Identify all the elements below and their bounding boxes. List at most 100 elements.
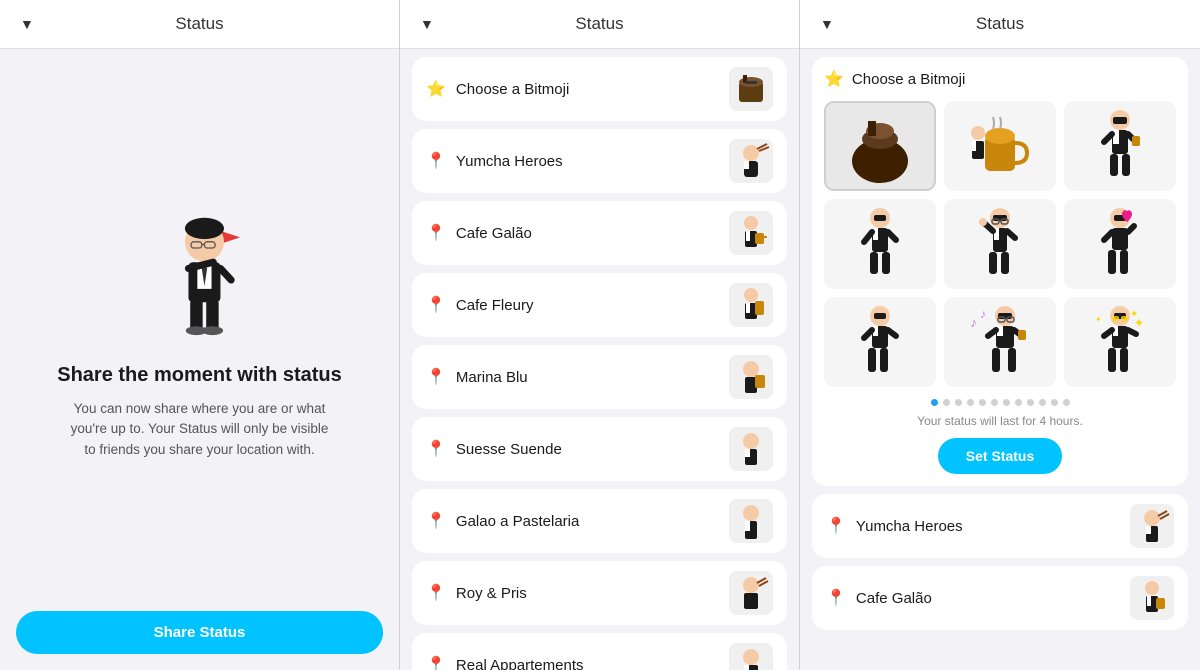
- list-item[interactable]: 📍 Yumcha Heroes: [412, 129, 787, 193]
- item-left: ⭐ Choose a Bitmoji: [426, 79, 569, 99]
- panel-3-title: Status: [976, 14, 1024, 34]
- bitmoji-option-5[interactable]: [944, 199, 1056, 289]
- item-bitmoji: [729, 427, 773, 471]
- p3-list-item-2[interactable]: 📍 Cafe Galão: [812, 566, 1188, 630]
- item-name: Choose a Bitmoji: [456, 81, 569, 98]
- dot-7: [1003, 399, 1010, 406]
- panel-2-title: Status: [575, 14, 623, 34]
- p3-list-item-1[interactable]: 📍 Yumcha Heroes: [812, 494, 1188, 558]
- item-bitmoji: [729, 139, 773, 183]
- dot-5: [979, 399, 986, 406]
- panel-1: ▼ Status: [0, 0, 400, 670]
- pin-icon: 📍: [426, 583, 446, 603]
- dot-11: [1051, 399, 1058, 406]
- panel-3: ▼ Status ⭐ Choose a Bitmoji: [800, 0, 1200, 670]
- svg-text:✦: ✦: [1095, 315, 1102, 324]
- item-bitmoji: [1130, 504, 1174, 548]
- list-item[interactable]: 📍 Suesse Suende: [412, 417, 787, 481]
- bitmoji-option-9[interactable]: ✦ ✦ ✦: [1064, 297, 1176, 387]
- item-bitmoji: [1130, 576, 1174, 620]
- panel-3-list: ⭐ Choose a Bitmoji: [800, 49, 1200, 670]
- item-bitmoji: [729, 643, 773, 670]
- dot-10: [1039, 399, 1046, 406]
- star-icon: ⭐: [426, 79, 446, 99]
- share-status-button[interactable]: Share Status: [16, 611, 383, 654]
- bitmoji-option-1[interactable]: [824, 101, 936, 191]
- dot-4: [967, 399, 974, 406]
- item-name: Cafe Fleury: [456, 297, 534, 314]
- item-left: 📍 Yumcha Heroes: [426, 151, 563, 171]
- pin-icon: 📍: [426, 511, 446, 531]
- pin-icon: 📍: [826, 516, 846, 536]
- panel-1-header: ▼ Status: [0, 0, 399, 49]
- bitmoji-selector-card: ⭐ Choose a Bitmoji: [812, 57, 1188, 486]
- item-left: 📍 Yumcha Heroes: [826, 516, 963, 536]
- svg-text:♪: ♪: [980, 307, 986, 321]
- item-left: 📍 Marina Blu: [426, 367, 528, 387]
- item-bitmoji: [729, 571, 773, 615]
- pin-icon: 📍: [426, 151, 446, 171]
- item-left: 📍 Roy & Pris: [426, 583, 527, 603]
- dot-12: [1063, 399, 1070, 406]
- bitmoji-option-7[interactable]: [824, 297, 936, 387]
- item-name: Cafe Galão: [456, 225, 532, 242]
- dot-6: [991, 399, 998, 406]
- bitmoji-option-4[interactable]: [824, 199, 936, 289]
- item-name: Suesse Suende: [456, 441, 562, 458]
- item-left: 📍 Cafe Fleury: [426, 295, 533, 315]
- star-icon-p3: ⭐: [824, 69, 844, 89]
- pin-icon: 📍: [426, 295, 446, 315]
- dot-2: [943, 399, 950, 406]
- item-left: 📍 Suesse Suende: [426, 439, 562, 459]
- list-item[interactable]: 📍 Marina Blu: [412, 345, 787, 409]
- panel-1-chevron[interactable]: ▼: [20, 16, 34, 32]
- list-item[interactable]: 📍 Real Appartements: [412, 633, 787, 670]
- bitmoji-option-2[interactable]: [944, 101, 1056, 191]
- panel-2-chevron[interactable]: ▼: [420, 16, 434, 32]
- item-name: Real Appartements: [456, 657, 584, 670]
- item-bitmoji: [729, 499, 773, 543]
- bitmoji-selector-header: ⭐ Choose a Bitmoji: [824, 69, 1176, 89]
- item-left: 📍 Cafe Galão: [826, 588, 932, 608]
- bitmoji-option-8[interactable]: ♪ ♪: [944, 297, 1056, 387]
- bitmoji-option-3[interactable]: [1064, 101, 1176, 191]
- pin-icon: 📍: [426, 439, 446, 459]
- panel-2: ▼ Status ⭐ Choose a Bitmoji: [400, 0, 800, 670]
- list-item-roy-pris[interactable]: 📍 Roy & Pris: [412, 561, 787, 625]
- item-name: Galao a Pastelaria: [456, 513, 579, 530]
- list-item[interactable]: 📍 Cafe Fleury: [412, 273, 787, 337]
- panel-1-content: Share the moment with status You can now…: [0, 49, 399, 595]
- list-item[interactable]: 📍 Galao a Pastelaria: [412, 489, 787, 553]
- panel-3-chevron[interactable]: ▼: [820, 16, 834, 32]
- share-description: You can now share where you are or what …: [70, 399, 330, 460]
- bitmoji-grid: ♪ ♪: [824, 101, 1176, 387]
- item-bitmoji: [729, 67, 773, 111]
- svg-text:✦: ✦: [1134, 316, 1144, 330]
- bitmoji-illustration: [125, 184, 275, 344]
- list-item[interactable]: 📍 Cafe Galão: [412, 201, 787, 265]
- list-item[interactable]: ⭐ Choose a Bitmoji: [412, 57, 787, 121]
- item-left: 📍 Galao a Pastelaria: [426, 511, 579, 531]
- panel-2-list: ⭐ Choose a Bitmoji 📍 Yumcha Heroes: [400, 49, 799, 670]
- item-bitmoji: [729, 211, 773, 255]
- set-status-button[interactable]: Set Status: [938, 438, 1062, 474]
- choose-bitmoji-label: Choose a Bitmoji: [852, 71, 965, 88]
- item-name: Yumcha Heroes: [856, 518, 963, 535]
- panel-1-bottom: Share Status: [0, 595, 399, 670]
- dot-8: [1015, 399, 1022, 406]
- pin-icon: 📍: [426, 223, 446, 243]
- item-name: Cafe Galão: [856, 590, 932, 607]
- panel-2-header: ▼ Status: [400, 0, 799, 49]
- dot-1: [931, 399, 938, 406]
- item-left: 📍 Cafe Galão: [426, 223, 532, 243]
- pin-icon: 📍: [426, 655, 446, 670]
- pin-icon: 📍: [426, 367, 446, 387]
- dot-3: [955, 399, 962, 406]
- item-bitmoji: [729, 355, 773, 399]
- bitmoji-option-6[interactable]: [1064, 199, 1176, 289]
- item-name: Yumcha Heroes: [456, 153, 563, 170]
- item-bitmoji: [729, 283, 773, 327]
- pagination-dots: [824, 399, 1176, 406]
- share-title: Share the moment with status: [57, 364, 342, 387]
- status-duration: Your status will last for 4 hours.: [824, 414, 1176, 428]
